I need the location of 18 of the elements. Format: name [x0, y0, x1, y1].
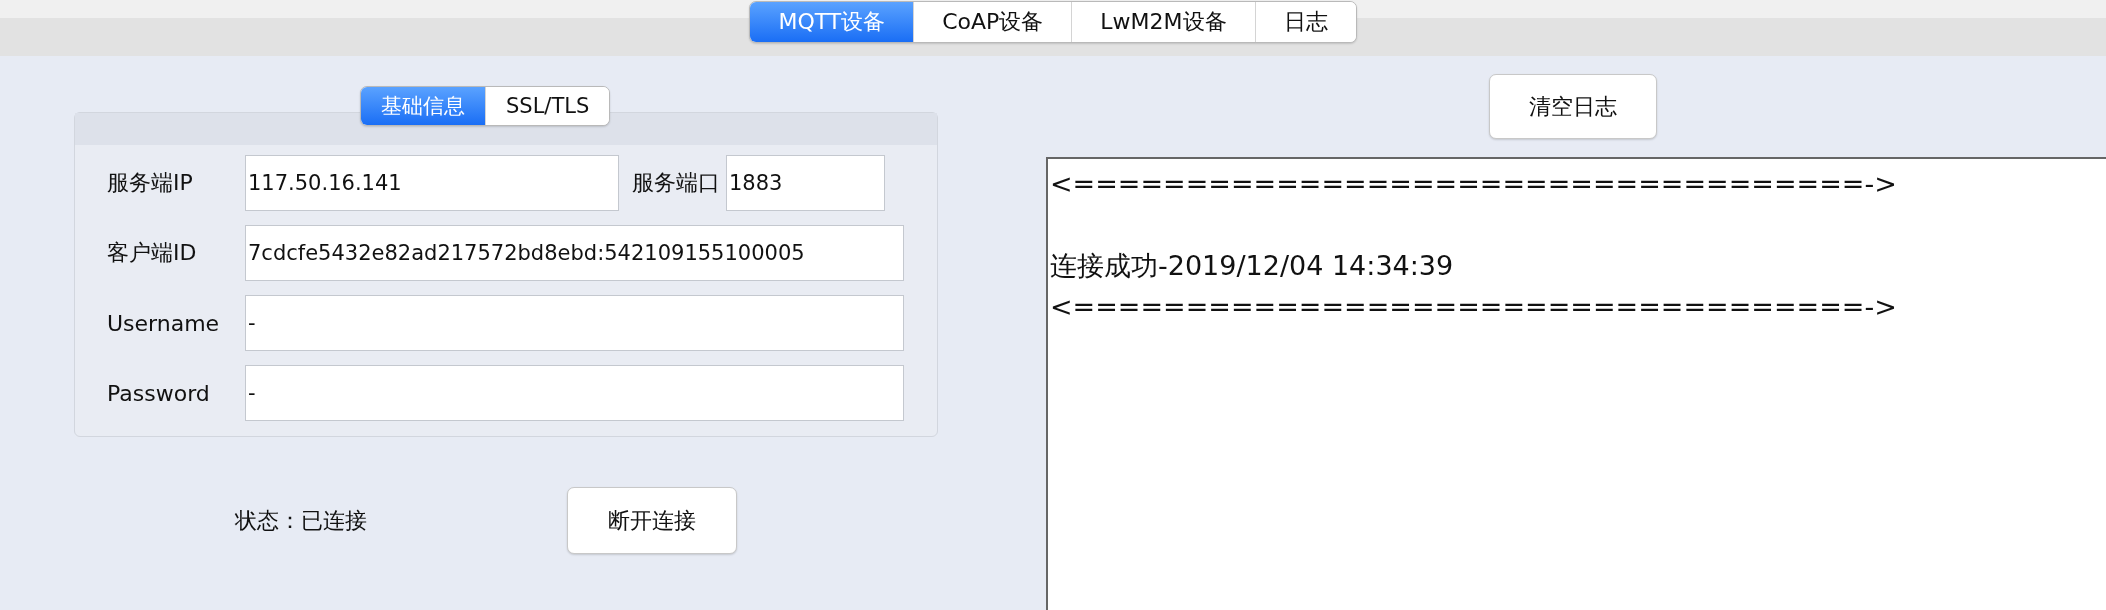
connection-status: 状态：已连接 [235, 506, 367, 535]
input-field[interactable]: - [245, 365, 904, 421]
device-tab[interactable]: CoAP设备 [914, 2, 1073, 42]
device-tab[interactable]: LwM2M设备 [1072, 2, 1256, 42]
log-text-area[interactable]: <===================================-> 连接成功-2019/12/04 14:34:39 <===================================-> [1046, 157, 2106, 610]
server-ip-field[interactable]: 117.50.16.141 [245, 155, 619, 211]
disconnect-button[interactable]: 断开连接 [567, 487, 737, 554]
field-label: 客户端ID [106, 239, 198, 267]
field-label: Username [106, 310, 221, 336]
field-label: Password [106, 380, 211, 406]
input-field[interactable]: - [245, 295, 904, 351]
clear-log-button[interactable]: 清空日志 [1489, 74, 1657, 139]
server-port-field[interactable]: 1883 [726, 155, 885, 211]
server-port-label: 服务端口 [632, 169, 720, 197]
server-ip-label: 服务端IP [106, 169, 194, 197]
input-field[interactable]: 7cdcfe5432e82ad217572bd8ebd:542109155100005 [245, 225, 904, 281]
settings-tab[interactable]: SSL/TLS [486, 87, 610, 125]
device-tab[interactable]: 日志 [1255, 2, 1356, 42]
